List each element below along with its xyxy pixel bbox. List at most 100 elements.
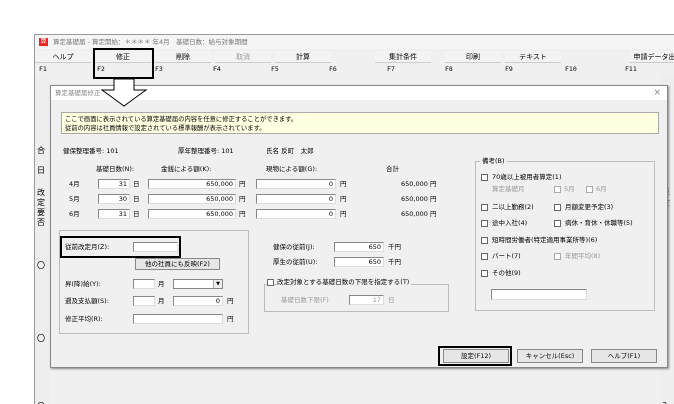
- leave-checkbox[interactable]: [554, 220, 561, 227]
- leave-label: 病休・育休・休職等(5): [565, 219, 633, 227]
- lower-limit-checkbox[interactable]: [267, 279, 274, 286]
- thousand-yen-unit: 千円: [388, 258, 401, 266]
- raise-select[interactable]: ▼: [173, 279, 223, 289]
- menu-aggregate-conditions[interactable]: 集計条件: [375, 51, 431, 63]
- join-mid-label: 途中入社(4): [492, 219, 528, 227]
- yen-unit: 円: [227, 315, 234, 323]
- over70-checkbox[interactable]: [481, 174, 488, 181]
- cash-input[interactable]: 650,000: [148, 209, 236, 219]
- total-header: 合計: [386, 165, 399, 173]
- menu-text[interactable]: テキスト: [505, 51, 561, 63]
- fkey-label: F5: [271, 65, 279, 73]
- bg-text: 日: [37, 166, 45, 175]
- annual-avg-label: 年間平均(8): [565, 252, 601, 260]
- raise-month-input[interactable]: [133, 279, 155, 289]
- short-time-label: 短時間労働者(特定適用事業所等)(6): [492, 236, 598, 244]
- month-label: 4月: [69, 180, 80, 188]
- goods-input[interactable]: 0: [256, 194, 336, 204]
- june-label: 6月: [596, 185, 607, 193]
- goods-header: 現物による額(G):: [266, 165, 318, 173]
- annual-avg-checkbox[interactable]: [554, 253, 561, 260]
- other-input[interactable]: [491, 289, 587, 300]
- other-checkbox[interactable]: [481, 270, 488, 277]
- kosei-prev-input[interactable]: 650: [334, 257, 384, 267]
- goods-input[interactable]: 0: [256, 179, 336, 189]
- ok-button-highlight: [438, 346, 512, 366]
- retro-label: 遡及支払額(S):: [65, 297, 109, 305]
- month-label: 5月: [69, 195, 80, 203]
- yen-unit: 円: [340, 195, 347, 203]
- cash-input[interactable]: 650,000: [148, 194, 236, 204]
- bg-text: 〇: [37, 261, 45, 270]
- menu-calculate[interactable]: 計算: [275, 51, 331, 63]
- edit-dialog: 算定基礎届修正 × ここで画面に表示されている算定基礎届の内容を任意に修正するこ…: [50, 85, 668, 368]
- employee-name: 氏名 反町 太郎: [266, 147, 314, 155]
- may-label: 5月: [564, 185, 575, 193]
- chevron-down-icon: ▼: [213, 280, 222, 288]
- lower-limit-input[interactable]: 17: [349, 295, 384, 305]
- part-label: パート(7): [492, 252, 521, 260]
- avg-input[interactable]: [133, 314, 223, 324]
- arrow-shape: [100, 78, 148, 107]
- month-label: 6月: [69, 210, 80, 218]
- cancel-button[interactable]: キャンセル(Esc): [517, 349, 583, 363]
- fkey-label: F10: [565, 65, 577, 73]
- yen-unit: 円: [239, 210, 246, 218]
- fkey-label: F11: [625, 65, 637, 73]
- kosei-prev-label: 厚生の従前(U):: [273, 258, 318, 266]
- monthly-change-label: 月額変更予定(3): [565, 203, 614, 211]
- yen-unit: 円: [340, 180, 347, 188]
- reflect-others-button[interactable]: 他の社員にも反映(F2): [135, 258, 220, 270]
- menu-submit-data[interactable]: 申請データ出力: [630, 51, 674, 63]
- over70-label: 70歳以上被用者算定(1): [492, 173, 562, 181]
- fkey-label: F3: [155, 65, 163, 73]
- yen-unit: 円: [239, 180, 246, 188]
- other-label: その他(9): [492, 269, 521, 277]
- cash-header: 金銭による額(K):: [161, 165, 212, 173]
- remarks-title: 備考(B): [480, 156, 507, 166]
- monthly-change-checkbox[interactable]: [554, 204, 561, 211]
- menu-cancel[interactable]: 取消: [215, 51, 271, 63]
- calc-month-label: 算定基礎月: [492, 185, 525, 193]
- days-input[interactable]: 31: [98, 179, 130, 189]
- fkey-label: F9: [505, 65, 513, 73]
- join-mid-checkbox[interactable]: [481, 220, 488, 227]
- cash-input[interactable]: 650,000: [148, 179, 236, 189]
- kenpo-prev-input[interactable]: 650: [334, 242, 384, 252]
- menu-help[interactable]: ヘルプ: [35, 51, 91, 63]
- multi-work-label: 二以上勤務(2): [492, 203, 534, 211]
- days-input[interactable]: 31: [98, 209, 130, 219]
- retro-amount-input[interactable]: 0: [173, 296, 223, 306]
- multi-work-checkbox[interactable]: [481, 204, 488, 211]
- day-unit: 日: [133, 180, 140, 188]
- pointer-arrow: [100, 78, 148, 107]
- kosei-number: 厚年整理番号: 101: [178, 147, 234, 155]
- menu-print[interactable]: 印刷: [445, 51, 501, 63]
- goods-input[interactable]: 0: [256, 209, 336, 219]
- raise-label: 昇(降)給(Y):: [65, 280, 101, 288]
- day-unit: 日: [133, 195, 140, 203]
- fkey-label: F8: [445, 65, 453, 73]
- part-checkbox[interactable]: [481, 253, 488, 260]
- yen-unit: 円: [340, 210, 347, 218]
- retro-month-input[interactable]: [133, 296, 155, 306]
- close-icon[interactable]: ×: [653, 86, 661, 100]
- bg-text: 否: [37, 218, 45, 227]
- short-time-checkbox[interactable]: [481, 237, 488, 244]
- prev-month-highlight: [60, 236, 181, 258]
- menu-delete[interactable]: 削除: [155, 51, 211, 63]
- day-unit: 日: [133, 210, 140, 218]
- yen-unit: 円: [239, 195, 246, 203]
- fkey-label: F6: [329, 65, 337, 73]
- help-button[interactable]: ヘルプ(F1): [591, 349, 657, 363]
- edit-menu-highlight: [93, 48, 154, 79]
- may-checkbox[interactable]: [554, 186, 561, 193]
- bg-text: 合: [37, 146, 45, 155]
- lower-limit-check-label: 改定対象とする基礎日数の下限を指定する(T): [277, 277, 412, 287]
- info-line: 従前の内容は社員情報で設定されている標準報酬が表示されています。: [65, 125, 266, 132]
- month-unit: 月: [158, 280, 165, 288]
- days-input[interactable]: 30: [98, 194, 130, 204]
- fkey-label: F1: [39, 65, 47, 73]
- month-unit: 月: [158, 297, 165, 305]
- june-checkbox[interactable]: [586, 186, 593, 193]
